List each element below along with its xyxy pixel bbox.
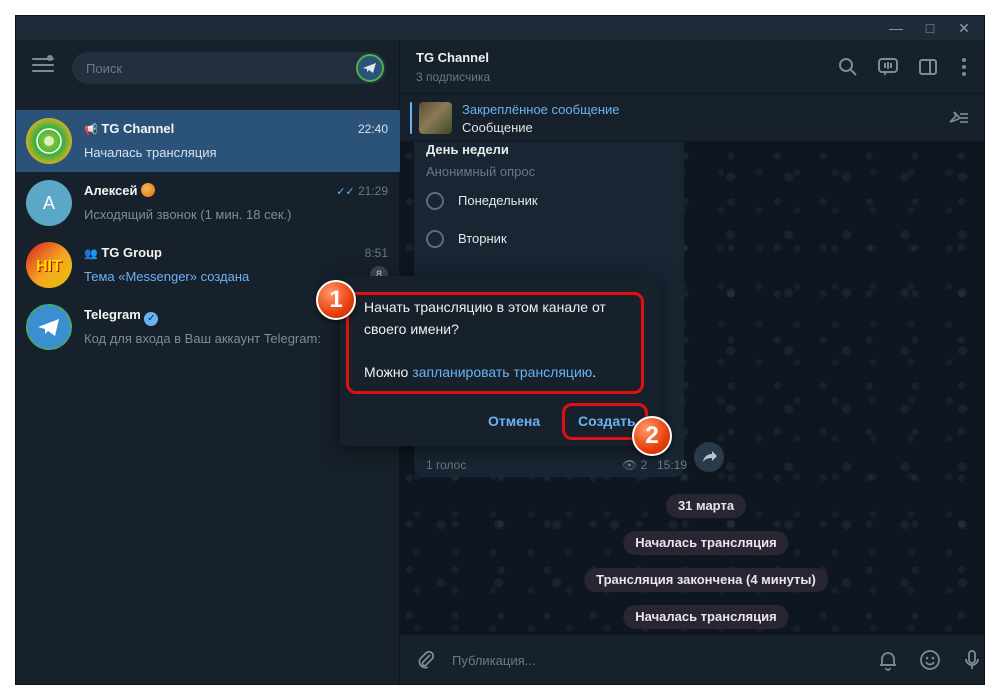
bell-icon[interactable] [876, 648, 900, 672]
title-bar: — □ ✕ [16, 16, 984, 40]
emoji-icon[interactable] [918, 648, 942, 672]
search-icon[interactable] [836, 55, 860, 79]
step-1-callout: 1 [316, 280, 356, 320]
message-composer [400, 634, 984, 684]
search-box[interactable] [72, 52, 386, 84]
chat-time-text: 21:29 [357, 184, 388, 198]
user-avatar: А [26, 180, 72, 226]
unpin-icon[interactable] [946, 108, 970, 128]
chat-preview: Началась трансляция [84, 145, 217, 160]
attach-icon[interactable] [414, 648, 438, 672]
chat-time: 8:51 [364, 246, 388, 260]
step-2-callout: 2 [632, 416, 672, 456]
double-check-icon: ✓✓ [336, 186, 355, 198]
poll-option-label: Понедельник [458, 193, 538, 208]
chat-title: 👥 TG Group [84, 245, 162, 260]
live-stream-icon[interactable] [876, 55, 900, 79]
poll-option-label: Вторник [458, 231, 507, 246]
chat-preview: Код для входа в Ваш аккаунт Telegram: [84, 331, 321, 346]
pinned-indicator [410, 102, 412, 134]
group-icon: 👥 [84, 248, 98, 260]
radio-icon[interactable] [426, 192, 444, 210]
chat-time: ✓✓ 21:29 [336, 184, 388, 198]
more-options-icon[interactable] [952, 55, 976, 79]
chat-item-aleksey[interactable]: А Алексей ✓✓ 21:29 Исходящий звонок (1 м… [16, 172, 400, 234]
pinned-message-bar[interactable]: Закреплённое сообщение Сообщение [400, 94, 984, 142]
pinned-title: Закреплённое сообщение [462, 102, 620, 117]
verified-icon: ✓ [144, 312, 159, 326]
cancel-button[interactable]: Отмена [480, 408, 548, 434]
chat-item-tg-channel[interactable]: 📢 TG Channel 22:40 Началась трансляция [16, 110, 400, 172]
radio-icon[interactable] [426, 230, 444, 248]
share-button[interactable] [694, 442, 724, 472]
channel-avatar [26, 118, 72, 164]
poll-votes: 1 голос [426, 458, 467, 472]
chat-title-text: TG Group [101, 245, 162, 260]
poll-question: День недели [426, 142, 509, 157]
menu-notification-dot [47, 55, 53, 61]
date-separator: 31 марта [665, 494, 747, 518]
group-avatar: HIT [26, 242, 72, 288]
view-count-text: 2 [640, 458, 648, 472]
megaphone-icon: 📢 [84, 124, 98, 136]
message-input[interactable] [452, 645, 832, 675]
poll-type: Анонимный опрос [426, 164, 536, 179]
minimize-icon[interactable]: — [880, 16, 912, 40]
pinned-thumbnail [419, 102, 452, 134]
channel-name: TG Channel [416, 50, 489, 65]
hit-logo-icon: HIT [36, 258, 62, 275]
chat-header[interactable]: TG Channel 3 подписчика [400, 40, 984, 94]
peach-emoji-icon [141, 183, 156, 197]
chat-preview: Тема «Messenger» создана [84, 269, 250, 284]
service-message: Началась трансляция [623, 531, 789, 555]
close-icon[interactable]: ✕ [948, 16, 980, 40]
telegram-avatar [26, 304, 72, 350]
highlight-box-dialog-text [346, 292, 644, 394]
eye-icon: 👁 [622, 458, 638, 472]
chat-title: 📢 TG Channel [84, 121, 174, 136]
subscriber-count: 3 подписчика [416, 70, 491, 84]
chat-title-text: TG Channel [101, 121, 175, 136]
service-message: Началась трансляция [623, 605, 789, 629]
maximize-icon[interactable]: □ [914, 16, 946, 40]
pinned-subtitle: Сообщение [462, 120, 533, 135]
search-input[interactable] [86, 52, 336, 84]
telegram-logo-icon[interactable] [356, 54, 384, 82]
sidebar-toggle-icon[interactable] [916, 55, 940, 79]
chat-title-text: Telegram [84, 307, 141, 322]
chat-title: Алексей [84, 183, 156, 198]
chat-title: Telegram ✓ [84, 307, 159, 326]
chat-title-text: Алексей [84, 183, 138, 198]
service-message: Трансляция закончена (4 минуты) [584, 568, 828, 592]
chat-time: 22:40 [357, 122, 388, 136]
microphone-icon[interactable] [960, 648, 984, 672]
chat-preview: Исходящий звонок (1 мин. 18 сек.) [84, 207, 292, 222]
message-time: 15:19 [657, 458, 688, 472]
view-count: 👁 2 [622, 458, 647, 472]
